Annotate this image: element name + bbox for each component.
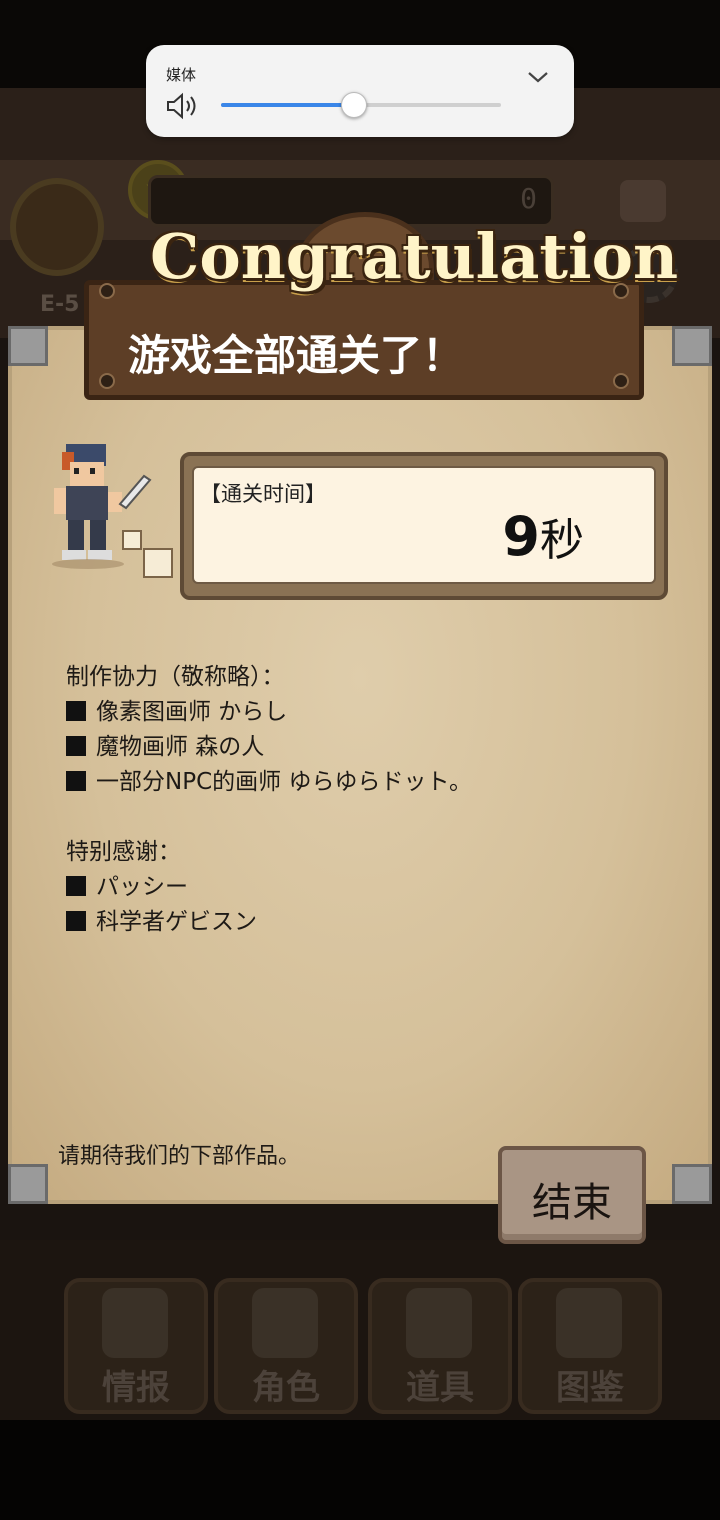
chevron-down-icon[interactable] [526,65,550,89]
stage-label: E-5 [40,292,80,317]
end-button[interactable]: 结束 [498,1146,646,1244]
credits-list: 制作协力（敬称略）： 像素图画师 からし 魔物画师 森の人 一部分NPC的画师 … [66,660,472,940]
bottom-bar-area [0,1420,720,1520]
volume-slider-fill [221,103,353,107]
nav-codex-label: 图鉴 [556,1368,624,1408]
credits-header: 制作协力（敬称略）： [66,664,285,690]
volume-slider[interactable] [221,92,501,118]
credit-item-text: 像素图画师 からし [96,699,288,725]
corner-ornament [672,326,712,366]
bullet-square-icon [66,876,86,896]
nav-info-label: 情报 [102,1368,170,1408]
nav-character-button: 角色 [214,1278,358,1414]
treasure-chest-icon [10,178,104,276]
thanks-item: 科学者ゲビスン [66,905,472,940]
character-cards-icon [252,1288,318,1358]
clear-time-inner: 【通关时间】 9秒 [192,466,656,584]
clear-time-value: 9秒 [502,504,584,568]
clear-time-unit: 秒 [540,515,584,566]
end-button-label: 结束 [532,1180,612,1226]
credit-item-text: 一部分NPC的画师 ゆらゆらドット。 [96,769,472,795]
book-question-icon [556,1288,622,1358]
bullet-square-icon [66,701,86,721]
credit-item: 像素图画师 からし [66,695,472,730]
bottom-nav: 情报 角色 道具 图鉴 [0,1240,720,1420]
clear-time-number: 9 [502,505,540,568]
info-person-icon [102,1288,168,1358]
currency-value: 0 [520,182,537,215]
nav-info-button: 情报 [64,1278,208,1414]
bullet-square-icon [66,911,86,931]
thanks-item-text: 科学者ゲビスン [96,909,257,935]
thanks-item: パッシー [66,870,472,905]
bullet-square-icon [66,771,86,791]
decor-square [143,548,173,578]
nav-items-label: 道具 [406,1368,474,1408]
rivet-icon [613,373,629,389]
volume-popup-title: 媒体 [166,66,197,84]
closing-message: 请期待我们的下部作品。 [58,1144,301,1169]
decor-square [122,530,142,550]
nav-character-label: 角色 [252,1368,320,1408]
bullet-square-icon [66,736,86,756]
dialog-title: 游戏全部通关了！ [128,331,465,380]
corner-ornament [8,1164,48,1204]
volume-slider-thumb[interactable] [340,92,367,118]
treasure-chest-icon [406,1288,472,1358]
speaker-icon[interactable] [166,92,200,120]
rivet-icon [99,373,115,389]
clear-time-panel: 【通关时间】 9秒 [180,452,668,600]
thanks-header: 特别感谢： [66,839,181,865]
credit-item-text: 魔物画师 森の人 [96,734,265,760]
nav-items-button: 道具 [368,1278,512,1414]
corner-ornament [672,1164,712,1204]
credit-item: 魔物画师 森の人 [66,730,472,765]
thanks-item-text: パッシー [96,874,188,900]
credit-item: 一部分NPC的画师 ゆらゆらドット。 [66,765,472,800]
flag-icon [620,180,666,222]
congratulation-banner-text: Congratulation [150,220,679,293]
rivet-icon [99,283,115,299]
corner-ornament [8,326,48,366]
media-volume-popup: 媒体 [146,45,574,137]
clear-time-label: 【通关时间】 [200,482,326,506]
nav-codex-button: 图鉴 [518,1278,662,1414]
hero-character-sprite [52,444,152,569]
